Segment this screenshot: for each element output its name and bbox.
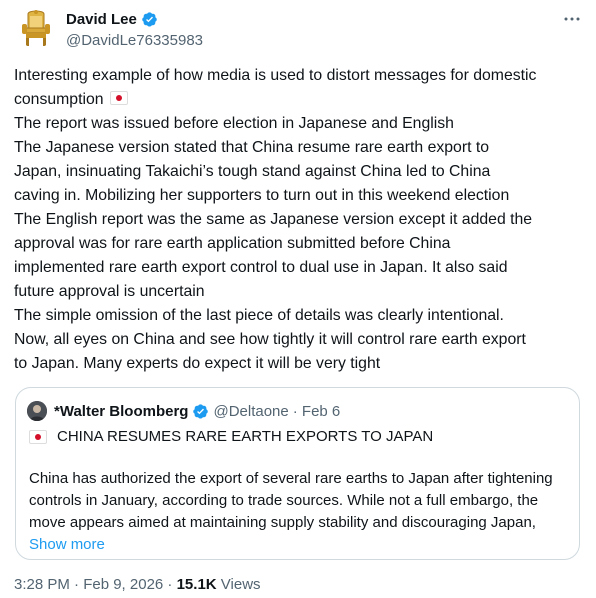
throne-avatar-image bbox=[16, 8, 56, 48]
quoted-display-name: *Walter Bloomberg bbox=[54, 402, 189, 420]
post-line: The English report was the same as Japan… bbox=[14, 211, 533, 228]
post-line: caving in. Mobilizing her supporters to … bbox=[14, 187, 510, 204]
quoted-body-line: move appears aimed at maintaining supply… bbox=[29, 514, 536, 531]
japan-flag-icon bbox=[29, 429, 47, 444]
post-line: to Japan. Many experts do expect it will… bbox=[14, 355, 381, 372]
post-line: implemented rare earth export control to… bbox=[14, 259, 508, 276]
views-label: Views bbox=[220, 576, 261, 593]
quoted-headline-row: CHINA RESUMES RARE EARTH EXPORTS TO JAPA… bbox=[29, 428, 433, 445]
views-count: 15.1K bbox=[176, 576, 217, 593]
post-line: Now, all eyes on China and see how tight… bbox=[14, 331, 526, 348]
quoted-body-line: China has authorized the export of sever… bbox=[29, 470, 553, 487]
post-line: The report was issued before election in… bbox=[14, 115, 454, 132]
quoted-body: China has authorized the export of sever… bbox=[29, 468, 569, 556]
verified-badge-icon bbox=[142, 11, 157, 27]
post-line: future approval is uncertain bbox=[14, 283, 205, 300]
post-line: The Japanese version stated that China r… bbox=[14, 139, 490, 156]
quoted-post-card[interactable]: *Walter Bloomberg @Deltaone · Feb 6 CHIN… bbox=[15, 387, 580, 560]
quoted-body-line: controls in January, according to trade … bbox=[29, 492, 539, 509]
post-line: approval was for rare earth application … bbox=[14, 235, 451, 252]
post-metadata: 3:28 PM · Feb 9, 2026 · 15.1K Views bbox=[14, 576, 261, 593]
post-line: Japan, insinuating Takaichi’s tough stan… bbox=[14, 163, 491, 180]
japan-flag-icon bbox=[109, 91, 128, 105]
post-line: The simple omission of the last piece of… bbox=[14, 307, 504, 324]
person-avatar-image bbox=[27, 401, 47, 421]
quoted-handle: @Deltaone bbox=[213, 402, 289, 420]
author-handle[interactable]: @DavidLe76335983 bbox=[66, 32, 203, 49]
post-timestamp[interactable]: 3:28 PM · Feb 9, 2026 · bbox=[14, 576, 172, 593]
quoted-headline: CHINA RESUMES RARE EARTH EXPORTS TO JAPA… bbox=[57, 428, 434, 445]
verified-badge-icon bbox=[193, 403, 209, 419]
author-avatar[interactable] bbox=[16, 8, 56, 48]
quoted-date: · Feb 6 bbox=[292, 402, 341, 420]
post-text: Interesting example of how media is used… bbox=[14, 64, 580, 376]
quoted-author-row: *Walter Bloomberg @Deltaone · Feb 6 bbox=[54, 401, 340, 421]
post-line: Interesting example of how media is used… bbox=[14, 67, 537, 84]
more-options-icon[interactable] bbox=[563, 10, 581, 28]
author-display-name[interactable]: David Lee bbox=[66, 11, 137, 28]
post-line: consumption bbox=[14, 88, 580, 112]
post-line-text: consumption bbox=[14, 91, 104, 108]
quoted-author-avatar bbox=[27, 401, 47, 421]
author-info: David Lee @DavidLe76335983 bbox=[66, 10, 203, 50]
show-more-link[interactable]: Show more bbox=[29, 534, 569, 556]
